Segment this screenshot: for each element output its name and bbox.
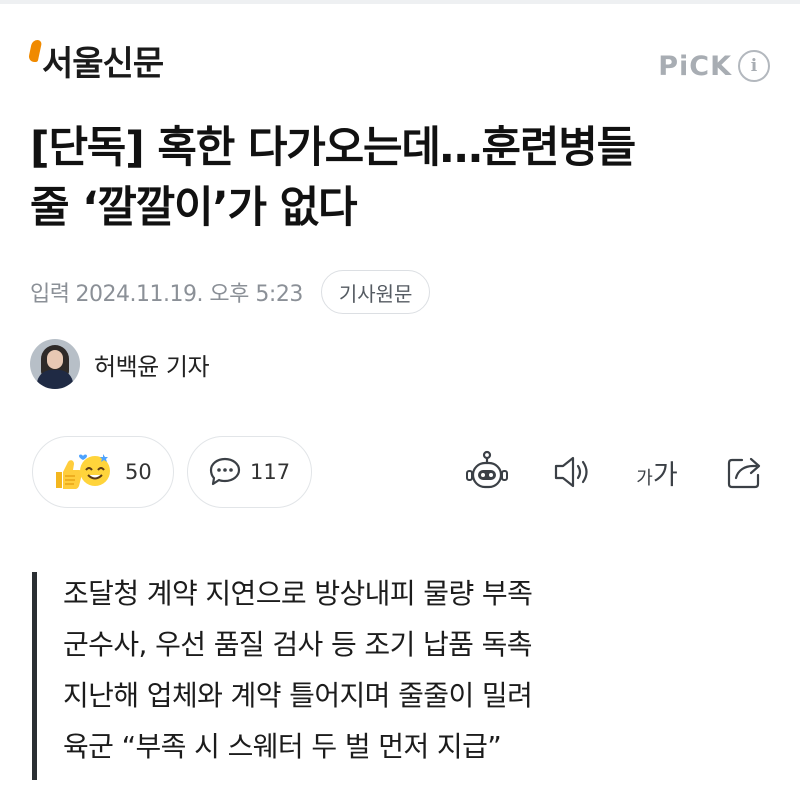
- article-header: 서울신문 PiCK i: [27, 36, 770, 96]
- reaction-count: 50: [125, 460, 152, 484]
- summary-list: 조달청 계약 지연으로 방상내피 물량 부족 군수사, 우선 품질 검사 등 조…: [63, 572, 533, 776]
- press-name: 서울신문: [42, 44, 164, 84]
- speaker-icon: [554, 456, 588, 488]
- reaction-emojis: [53, 452, 117, 492]
- press-logo[interactable]: 서울신문: [27, 36, 164, 92]
- summary-item: 지난해 업체와 계약 틀어지며 줄줄이 밀려: [63, 679, 533, 712]
- smile-emoji-icon: [79, 454, 110, 486]
- font-size-button[interactable]: 가 가: [630, 448, 684, 496]
- summary-item: 조달청 계약 지연으로 방상내피 물량 부족: [63, 577, 533, 610]
- font-large-glyph: 가: [652, 459, 678, 491]
- avatar: [30, 339, 80, 389]
- article-title-line-1: [단독] 혹한 다가오는데…훈련병들: [30, 123, 636, 173]
- original-article-button[interactable]: 기사원문: [320, 270, 431, 314]
- summary-bar: [32, 572, 37, 780]
- publish-date: 2024.11.19. 오후 5:23: [75, 282, 303, 307]
- info-icon[interactable]: i: [738, 50, 770, 82]
- bot-icon: [466, 450, 508, 489]
- pick-label: PiCK: [658, 50, 732, 82]
- summary-bot-button[interactable]: [460, 448, 514, 496]
- comment-icon: [209, 457, 241, 486]
- date-prefix: 입력: [30, 282, 70, 307]
- summary-item: 군수사, 우선 품질 검사 등 조기 납품 독촉: [63, 628, 533, 661]
- comment-count: 117: [250, 460, 291, 484]
- article-title-line-2: 줄 ‘깔깔이’가 없다: [30, 183, 358, 233]
- font-size-icon: 가 가: [636, 453, 677, 492]
- pick-badge[interactable]: PiCK i: [658, 50, 770, 82]
- press-logo-mark-icon: [27, 40, 43, 62]
- article-meta: 입력 2024.11.19. 오후 5:23 기사원문: [30, 268, 431, 316]
- font-small-glyph: 가: [636, 467, 653, 489]
- article-title: [단독] 혹한 다가오는데…훈련병들 줄 ‘깔깔이’가 없다: [30, 118, 775, 238]
- article-page: 서울신문 PiCK i [단독] 혹한 다가오는데…훈련병들 줄 ‘깔깔이’가 …: [0, 0, 800, 807]
- reporter-name: 허백윤 기자: [94, 352, 210, 381]
- share-icon: [727, 457, 761, 489]
- share-button[interactable]: [718, 448, 772, 496]
- summary-item: 육군 “부족 시 스웨터 두 벌 먼저 지급”: [63, 730, 502, 763]
- reporter-row[interactable]: 허백윤 기자: [30, 338, 210, 390]
- read-aloud-button[interactable]: [545, 448, 599, 496]
- top-divider: [0, 0, 800, 4]
- reaction-button[interactable]: 50: [32, 436, 174, 508]
- comment-button[interactable]: 117: [187, 436, 312, 508]
